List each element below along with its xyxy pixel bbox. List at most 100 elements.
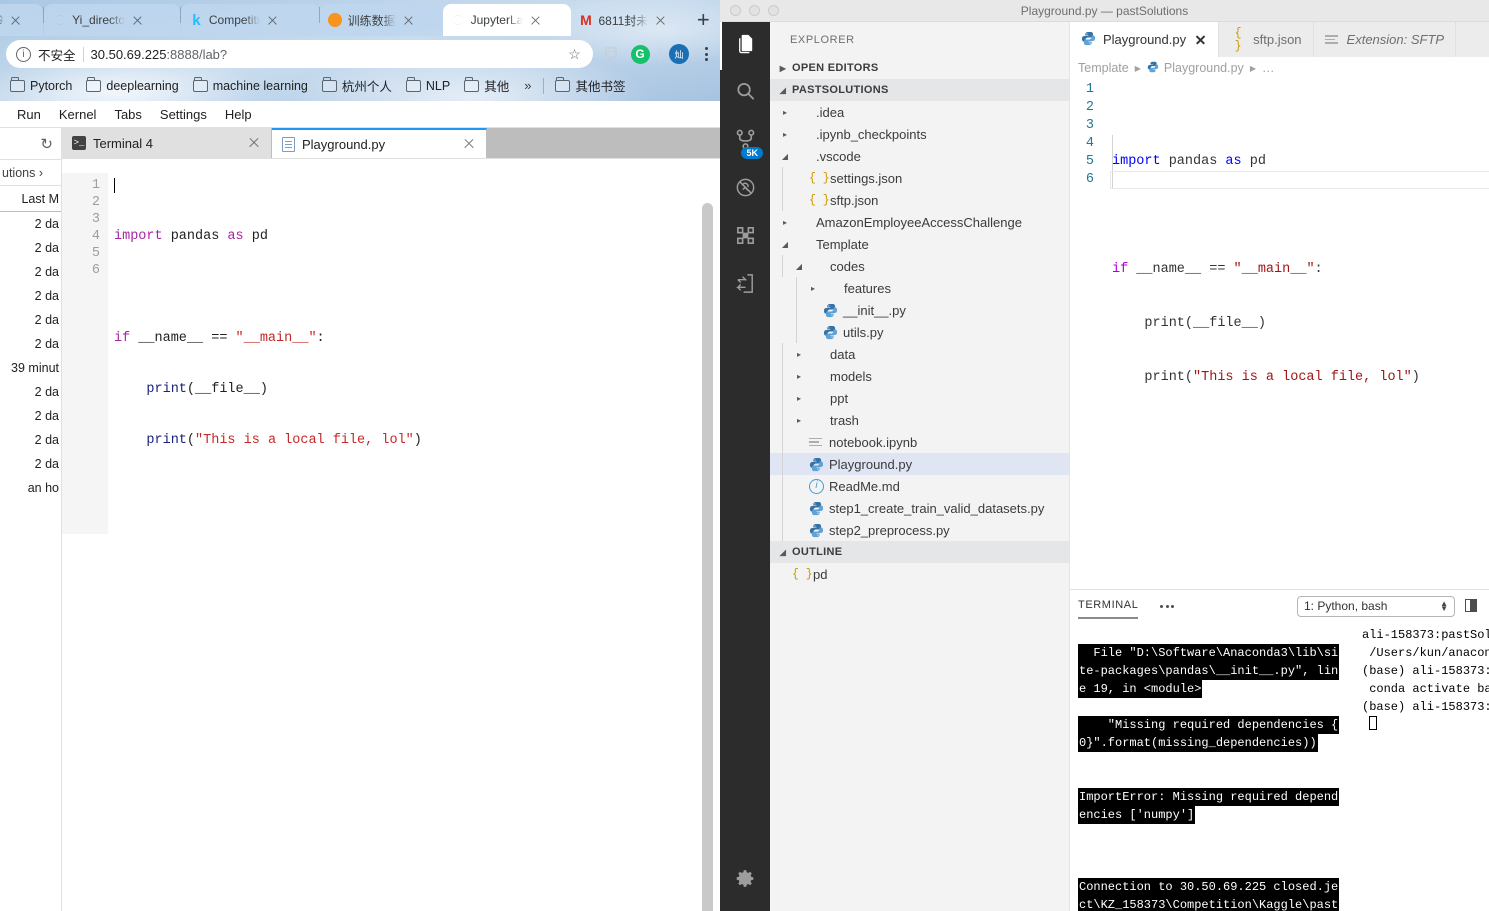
activitybar-settings[interactable] (720, 857, 770, 905)
chevron-down-icon[interactable]: ◢ (780, 152, 790, 161)
browser-tab-5[interactable]: M 6811封未 (571, 4, 687, 36)
chrome-menu-icon[interactable] (698, 47, 714, 61)
tree-item-step2-preprocess-py[interactable]: step2_preprocess.py (770, 519, 1069, 541)
chevron-down-icon[interactable]: ◢ (780, 240, 790, 249)
bookmark-item[interactable]: 杭州个人 (316, 74, 398, 97)
address-bar[interactable]: i 不安全 30.50.69.225:8888/lab? ☆ (6, 40, 593, 68)
tree-item-readme-md[interactable]: i ReadMe.md (770, 475, 1069, 497)
section-pastsolutions[interactable]: ◢ PASTSOLUTIONS (770, 79, 1069, 101)
activitybar-source-control[interactable]: 5K (720, 118, 770, 166)
browser-tab-4[interactable]: JupyterLa (442, 4, 571, 36)
chevron-right-icon[interactable]: ▸ (780, 130, 790, 139)
jupyter-tab-playground-py[interactable]: Playground.py (272, 128, 487, 158)
refresh-icon[interactable]: ↻ (40, 135, 53, 153)
bookmark-item[interactable]: Pytorch (4, 77, 78, 95)
close-icon[interactable] (265, 13, 280, 28)
browser-tab-2[interactable]: k Competiti (180, 4, 319, 36)
activitybar-search[interactable] (720, 70, 770, 118)
chevron-right-icon[interactable]: ▸ (780, 108, 790, 117)
activitybar-extensions[interactable] (720, 214, 770, 262)
bookmarks-overflow-button[interactable]: » (517, 78, 538, 93)
list-item[interactable]: 39 minut (0, 356, 61, 380)
close-icon[interactable] (528, 13, 543, 28)
terminal-output-right[interactable]: ali-158373:pastSol /Users/kun/anacon (bas… (1352, 626, 1489, 911)
tree-item-template[interactable]: ◢ Template (770, 233, 1069, 255)
chevron-right-icon[interactable]: ▸ (794, 416, 804, 425)
grammarly-icon[interactable]: G (630, 44, 650, 64)
chevron-right-icon[interactable]: ▸ (808, 284, 818, 293)
terminal-output-left[interactable]: File "D:\Software\Anaconda3\lib\si te-pac… (1078, 626, 1342, 911)
tree-item--init-py[interactable]: __init__.py (770, 299, 1069, 321)
editor-scrollbar[interactable] (702, 203, 713, 911)
tree-item-trash[interactable]: ▸ trash (770, 409, 1069, 431)
close-icon[interactable] (1193, 33, 1207, 47)
tree-item-step1-create-train-valid-datasets-py[interactable]: step1_create_train_valid_datasets.py (770, 497, 1069, 519)
chevron-right-icon[interactable]: ▸ (794, 394, 804, 403)
close-icon[interactable] (653, 13, 668, 28)
list-item[interactable]: 2 da (0, 428, 61, 452)
shield-icon[interactable] (601, 44, 621, 64)
list-item[interactable]: 2 da (0, 380, 61, 404)
tree-item-models[interactable]: ▸ models (770, 365, 1069, 387)
list-item[interactable]: 2 da (0, 236, 61, 260)
split-terminal-icon[interactable] (1465, 599, 1481, 613)
close-icon[interactable] (8, 13, 23, 28)
editor-code[interactable]: 1 2 3 4 5 6 import pandas as pd if __nam… (1070, 79, 1489, 477)
menu-tabs[interactable]: Tabs (105, 104, 150, 125)
close-icon[interactable] (401, 13, 416, 28)
code-text[interactable]: import pandas as pd if __name__ == "__ma… (108, 173, 720, 534)
new-tab-button[interactable] (687, 4, 720, 36)
menu-kernel[interactable]: Kernel (50, 104, 106, 125)
tree-item-sftp-json[interactable]: { } sftp.json (770, 189, 1069, 211)
tree-item-data[interactable]: ▸ data (770, 343, 1069, 365)
tree-item-features[interactable]: ▸ features (770, 277, 1069, 299)
list-item[interactable]: an ho (0, 476, 61, 500)
editor-tab-sftp-json[interactable]: { } sftp.json (1219, 22, 1314, 57)
code-text[interactable]: import pandas as pd if __name__ == "__ma… (1110, 81, 1489, 477)
chevron-right-icon[interactable]: ▸ (780, 218, 790, 227)
tree-item-utils-py[interactable]: utils.py (770, 321, 1069, 343)
tree-item--vscode[interactable]: ◢ .vscode (770, 145, 1069, 167)
editor-code[interactable]: 1 2 3 4 5 6 import pandas as pd if __nam… (62, 173, 720, 534)
terminal-selector[interactable]: 1: Python, bash ▲ ▼ (1297, 595, 1455, 617)
editor-tab-extension-sftp[interactable]: Extension: SFTP (1313, 22, 1457, 57)
tree-item-amazonemployeeaccesschallenge[interactable]: ▸ AmazonEmployeeAccessChallenge (770, 211, 1069, 233)
jupyter-file-editor[interactable]: 1 2 3 4 5 6 import pandas as pd if __nam… (62, 158, 720, 911)
more-actions-icon[interactable] (1160, 604, 1175, 608)
tree-item-codes[interactable]: ◢ codes (770, 255, 1069, 277)
bookmark-star-icon[interactable]: ☆ (566, 46, 583, 63)
tree-item-settings-json[interactable]: { } settings.json (770, 167, 1069, 189)
breadcrumb-playground-py[interactable]: Playground.py (1147, 61, 1244, 76)
tree-item--idea[interactable]: ▸ .idea (770, 101, 1069, 123)
section-outline[interactable]: ◢ OUTLINE (770, 541, 1069, 563)
menu-help[interactable]: Help (216, 104, 261, 125)
site-info-icon[interactable]: i (16, 46, 31, 62)
breadcrumb[interactable]: utions › (0, 160, 61, 186)
terminal-body[interactable]: File "D:\Software\Anaconda3\lib\si te-pac… (1078, 626, 1489, 911)
chevron-right-icon[interactable]: ▸ (794, 350, 804, 359)
chevron-down-icon[interactable]: ◢ (794, 262, 804, 271)
chevron-right-icon[interactable]: ▸ (794, 372, 804, 381)
editor-tab-playground-py[interactable]: Playground.py (1070, 22, 1220, 57)
bookmark-item[interactable]: machine learning (187, 77, 314, 95)
outline-item-pd[interactable]: { } pd (770, 563, 1069, 585)
activitybar-explorer[interactable] (720, 22, 770, 70)
breadcrumb-more[interactable]: … (1262, 61, 1275, 75)
tree-item-playground-py[interactable]: Playground.py (770, 453, 1069, 475)
activitybar-run-debug[interactable] (720, 166, 770, 214)
list-item[interactable]: 2 da (0, 332, 61, 356)
other-bookmarks-button[interactable]: 其他书签 (549, 74, 631, 97)
jupyter-tab-terminal-4[interactable]: >_ Terminal 4 (62, 128, 272, 158)
browser-tab-0[interactable]: 99 (0, 4, 44, 36)
menu-run[interactable]: Run (8, 104, 50, 125)
browser-tab-1[interactable]: Yi_directo (44, 4, 180, 36)
breadcrumb-template[interactable]: Template (1078, 61, 1129, 75)
close-icon[interactable] (247, 136, 261, 150)
menu-settings[interactable]: Settings (151, 104, 216, 125)
bookmark-item[interactable]: NLP (400, 77, 456, 95)
code-editor[interactable]: 1 2 3 4 5 6 import pandas as pd if __nam… (1070, 79, 1489, 589)
activitybar-remote-sftp[interactable] (720, 262, 770, 310)
close-icon[interactable] (130, 13, 145, 28)
avatar[interactable]: 灿 (669, 44, 689, 64)
list-item[interactable]: 2 da (0, 212, 61, 236)
